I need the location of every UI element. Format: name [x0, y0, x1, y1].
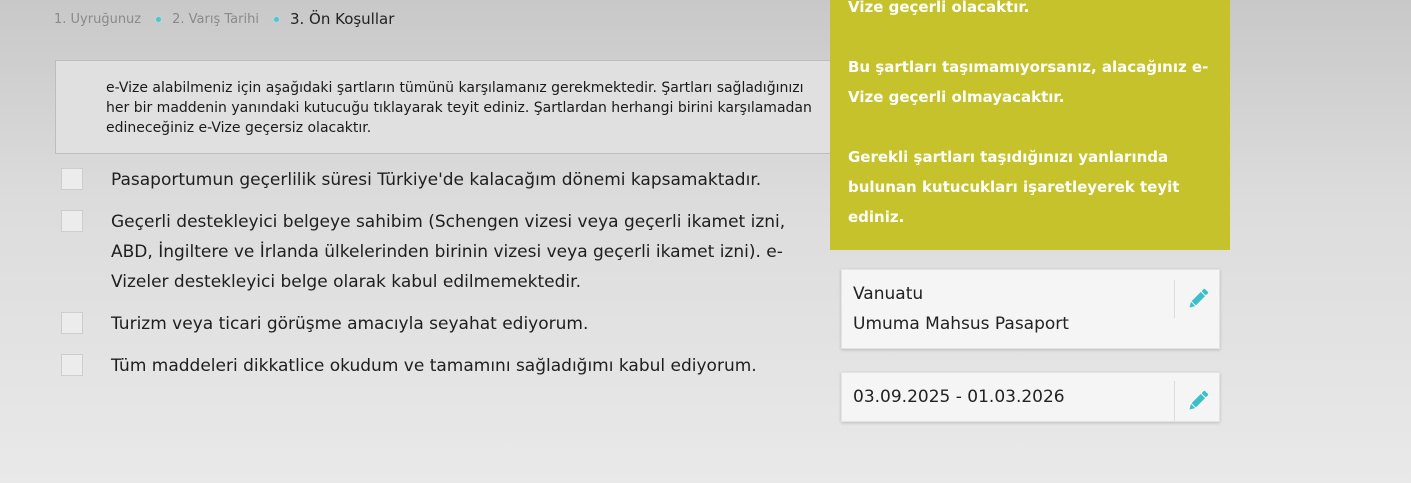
nationality-summary-card: Vanuatu Umuma Mahsus Pasaport [841, 269, 1220, 349]
info-paragraph: Bu şartları taşımamıyorsanız, alacağınız… [848, 58, 1209, 106]
card-divider [1174, 381, 1175, 421]
condition-checkbox[interactable] [61, 210, 83, 232]
condition-text: Pasaportumun geçerlilik süresi Türkiye'd… [111, 170, 762, 190]
condition-checkbox[interactable] [61, 354, 83, 376]
step-nationality: 1. Uyruğunuz [54, 11, 142, 27]
condition-item: Pasaportumun geçerlilik süresi Türkiye'd… [61, 166, 821, 195]
prerequisites-notice: e-Vize alabilmeniz için aşağıdaki şartla… [55, 60, 836, 154]
info-panel: Vize geçerli olacaktır. Bu şartları taşı… [830, 0, 1230, 250]
conditions-list: Pasaportumun geçerlilik süresi Türkiye'd… [61, 166, 821, 394]
date-summary-card: 03.09.2025 - 01.03.2026 [841, 372, 1220, 422]
summary-date-range: 03.09.2025 - 01.03.2026 [853, 387, 1065, 407]
condition-item: Tüm maddeleri dikkatlice okudum ve tamam… [61, 352, 821, 381]
step-dot-icon [155, 15, 163, 23]
info-paragraph: Vize geçerli olacaktır. [848, 0, 1030, 16]
pencil-icon[interactable] [1184, 387, 1212, 415]
condition-checkbox[interactable] [61, 312, 83, 334]
condition-text: Turizm veya ticari görüşme amacıyla seya… [111, 314, 589, 334]
step-arrival-date: 2. Varış Tarihi [172, 11, 259, 27]
pencil-icon[interactable] [1184, 285, 1212, 313]
card-divider [1174, 280, 1175, 318]
summary-country: Vanuatu [853, 284, 924, 304]
condition-checkbox[interactable] [61, 168, 83, 190]
condition-text: Geçerli destekleyici belgeye sahibim (Sc… [111, 212, 786, 292]
step-prerequisites: 3. Ön Koşullar [289, 10, 395, 28]
condition-item: Turizm veya ticari görüşme amacıyla seya… [61, 310, 821, 339]
info-paragraph: Gerekli şartları taşıdığınızı yanlarında… [848, 148, 1180, 226]
step-dot-icon [272, 15, 280, 23]
condition-text: Tüm maddeleri dikkatlice okudum ve tamam… [111, 356, 757, 376]
condition-item: Geçerli destekleyici belgeye sahibim (Sc… [61, 208, 821, 297]
progress-steps: 1. Uyruğunuz 2. Varış Tarihi 3. Ön Koşul… [54, 10, 394, 28]
notice-text: e-Vize alabilmeniz için aşağıdaki şartla… [106, 80, 812, 136]
summary-document-type: Umuma Mahsus Pasaport [853, 314, 1069, 334]
